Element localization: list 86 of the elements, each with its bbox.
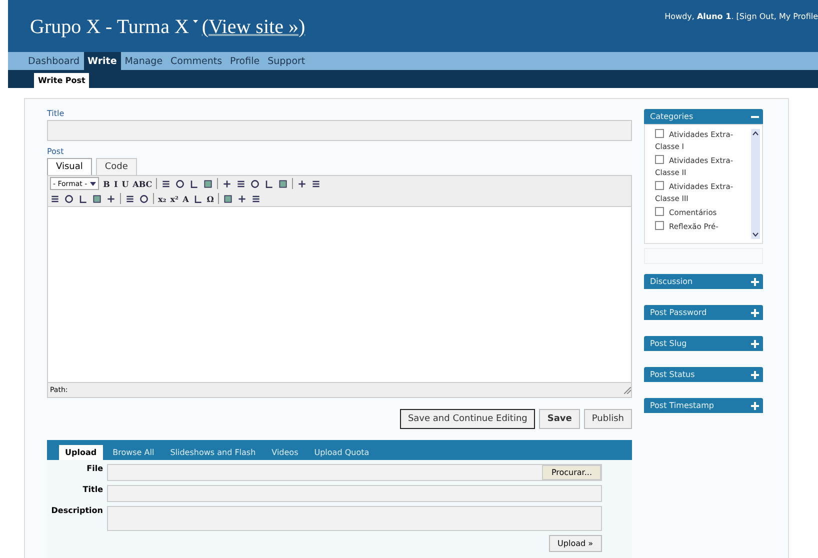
toolbar-icon[interactable] [175, 178, 186, 188]
toolbar-icon[interactable] [125, 194, 135, 204]
toolbar-icon[interactable] [106, 194, 116, 204]
upload-tab[interactable]: Slideshows and Flash [164, 445, 262, 460]
toolbar-icon[interactable] [278, 178, 288, 188]
description-label: Description [50, 506, 103, 517]
toolbar-button[interactable]: x² [170, 194, 179, 204]
toolbar-icon[interactable] [222, 178, 232, 188]
toolbar-icon[interactable] [250, 178, 260, 188]
action-button[interactable]: Save and Continue Editing [400, 409, 536, 429]
menu-tab[interactable]: Dashboard [24, 52, 84, 70]
toolbar-icon[interactable] [236, 194, 247, 204]
menu-tab[interactable]: Support [264, 52, 310, 70]
title-field[interactable] [47, 120, 632, 141]
toolbar-button[interactable]: B [103, 178, 110, 188]
checkbox[interactable] [655, 207, 664, 216]
description-field[interactable] [107, 506, 602, 531]
box-title: Discussion [650, 277, 693, 286]
upload-tab[interactable]: Browse All [106, 445, 160, 460]
checkbox[interactable] [655, 181, 664, 190]
box-title: Post Password [650, 308, 707, 317]
title-label: Title [82, 485, 103, 496]
box-title: Post Timestamp [650, 401, 714, 410]
menu-tab[interactable]: Write [84, 52, 121, 70]
toolbar-button[interactable]: x₂ [158, 194, 166, 204]
toolbar-button[interactable]: Ω [206, 194, 214, 204]
expand-icon[interactable] [751, 278, 759, 286]
submenu-tab[interactable]: Write Post [34, 73, 90, 88]
box-header[interactable]: Categories [644, 109, 763, 124]
toolbar-button[interactable]: A [182, 194, 189, 204]
box-title: Post Slug [650, 339, 687, 348]
scrollbar[interactable] [751, 129, 760, 239]
toolbar-icon[interactable] [264, 178, 274, 188]
expand-icon[interactable] [751, 370, 759, 378]
checkbox[interactable] [655, 155, 664, 164]
dropdown-arrow-icon[interactable] [90, 182, 96, 186]
checkbox[interactable] [655, 129, 664, 138]
file-field[interactable]: Procurar... [107, 464, 602, 481]
box-title: Post Status [650, 370, 695, 379]
toolbar-icon[interactable] [189, 178, 200, 188]
box-header[interactable]: Post Password [644, 305, 763, 320]
scroll-up-icon[interactable] [751, 129, 760, 137]
upload-button[interactable]: Upload » [548, 535, 602, 552]
box-header[interactable]: Discussion [644, 274, 763, 289]
view-site-link[interactable]: (View site ») [202, 16, 306, 39]
user-greeting: Howdy, Aluno 1. [Sign Out, My Profile [664, 12, 818, 23]
editor-tab[interactable]: Code [96, 158, 137, 175]
box-header[interactable]: Post Status [644, 367, 763, 382]
toolbar-button[interactable]: I [114, 178, 118, 188]
toolbar-icon[interactable] [311, 178, 322, 188]
title-field[interactable] [107, 485, 602, 502]
title-label: Title [47, 109, 66, 118]
toolbar-icon[interactable] [161, 178, 172, 188]
upload-tab[interactable]: Videos [266, 445, 304, 460]
expand-icon[interactable] [751, 340, 759, 348]
site-title: Grupo X - Turma X [30, 16, 189, 39]
toolbar-icon[interactable] [236, 178, 246, 188]
toolbar-icon[interactable] [222, 194, 233, 204]
scroll-down-icon[interactable] [751, 231, 760, 239]
box-header[interactable]: Post Timestamp [644, 398, 763, 413]
toolbar-button[interactable]: U [122, 178, 129, 188]
toolbar-button[interactable]: ABC [132, 178, 152, 188]
file-label: File [86, 464, 103, 475]
toolbar-icon[interactable] [297, 178, 308, 188]
post-label: Post [47, 147, 65, 156]
upload-tab[interactable]: Upload [59, 445, 103, 460]
menu-tab[interactable]: Profile [226, 52, 264, 70]
caret-icon[interactable] [192, 20, 198, 23]
toolbar-icon[interactable] [50, 194, 60, 204]
upload-tab[interactable]: Upload Quota [308, 445, 376, 460]
box-title: Categories [650, 112, 694, 121]
toolbar-icon[interactable] [250, 194, 261, 204]
toolbar-icon[interactable] [139, 194, 149, 204]
expand-icon[interactable] [751, 308, 759, 316]
browse-button[interactable]: Procurar... [542, 465, 601, 480]
menu-tab[interactable]: Comments [166, 52, 226, 70]
action-button[interactable]: Publish [584, 409, 632, 429]
expand-icon[interactable] [751, 402, 759, 410]
toolbar-icon[interactable] [203, 178, 214, 188]
checkbox[interactable] [655, 221, 664, 230]
action-button[interactable]: Save [539, 409, 580, 429]
editor-tab[interactable]: Visual [47, 158, 92, 175]
toolbar-icon[interactable] [192, 194, 203, 204]
box-header[interactable]: Post Slug [644, 336, 763, 351]
resize-handle-icon[interactable] [624, 386, 631, 394]
menu-tab[interactable]: Manage [120, 52, 167, 70]
